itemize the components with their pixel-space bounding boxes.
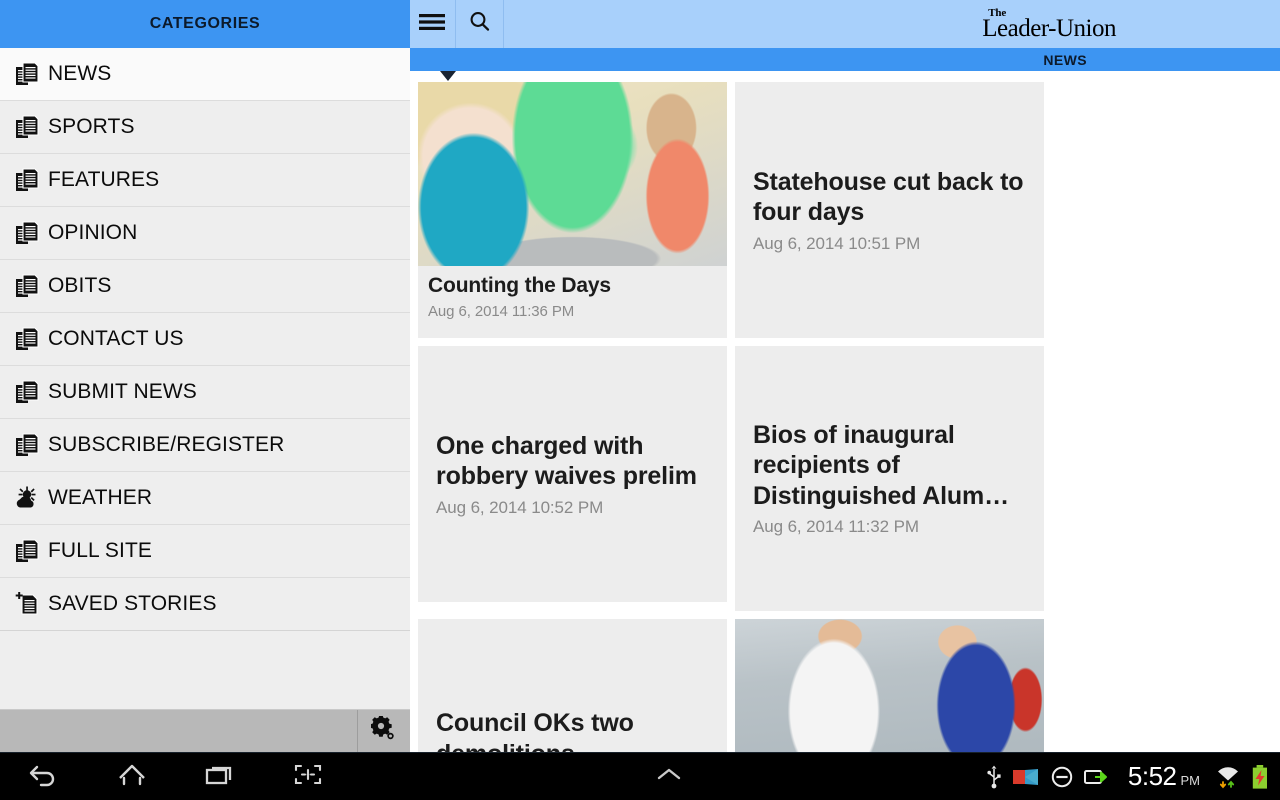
sidebar-item-features[interactable]: FEATURES bbox=[0, 154, 410, 207]
article-card[interactable]: Council OKs two demolitions Aug 6, 2014 … bbox=[418, 619, 727, 752]
sidebar-item-news[interactable]: NEWS bbox=[0, 48, 410, 101]
article-card-grid: Counting the Days Aug 6, 2014 11:36 PM S… bbox=[408, 71, 1280, 752]
sidebar-item-weather[interactable]: WEATHER bbox=[0, 472, 410, 525]
back-button[interactable] bbox=[0, 753, 88, 800]
documents-icon bbox=[14, 537, 40, 565]
saved-document-plus-icon bbox=[14, 590, 40, 618]
article-title: Council OKs two demolitions bbox=[436, 709, 634, 752]
documents-icon bbox=[14, 166, 40, 194]
android-tablet-screen: The Leader-Union NEWS Counting the Days … bbox=[0, 0, 1280, 800]
sidebar-item-label: WEATHER bbox=[48, 486, 153, 509]
system-navigation-bar: 5:52 PM bbox=[0, 752, 1280, 800]
documents-icon bbox=[14, 378, 40, 406]
article-card[interactable]: One charged with robbery waives prelim A… bbox=[418, 346, 727, 602]
masthead-logo: The Leader-Union bbox=[504, 0, 1280, 48]
photo-kids-image bbox=[418, 82, 727, 266]
screenshot-button[interactable] bbox=[264, 753, 352, 800]
status-clock: 5:52 PM bbox=[1128, 761, 1200, 792]
back-arrow-icon bbox=[27, 760, 61, 793]
article-card[interactable]: Counting the Days Aug 6, 2014 11:36 PM bbox=[418, 82, 727, 338]
sidebar-item-obits[interactable]: OBITS bbox=[0, 260, 410, 313]
documents-icon bbox=[14, 60, 40, 88]
do-not-disturb-icon bbox=[1050, 765, 1074, 789]
article-date: Aug 6, 2014 10:52 PM bbox=[436, 497, 604, 517]
navigation-drawer: CATEGORIES NEWS SPORTS FEATURES OPINION … bbox=[0, 0, 410, 752]
tab-news[interactable]: NEWS bbox=[1043, 52, 1087, 68]
recent-apps-button[interactable] bbox=[176, 753, 264, 800]
article-title: Counting the Days bbox=[428, 274, 611, 297]
status-icon-tray[interactable]: 5:52 PM bbox=[986, 761, 1280, 792]
clock-time: 5:52 bbox=[1127, 761, 1177, 791]
home-icon bbox=[115, 760, 149, 793]
sidebar-item-subscribe-register[interactable]: SUBSCRIBE/REGISTER bbox=[0, 419, 410, 472]
sidebar-item-label: OPINION bbox=[48, 221, 138, 244]
article-date: Aug 6, 2014 10:51 PM bbox=[753, 233, 921, 253]
search-button[interactable] bbox=[456, 0, 504, 48]
hamburger-menu-button[interactable] bbox=[408, 0, 456, 48]
home-button[interactable] bbox=[88, 753, 176, 800]
return-screen-icon bbox=[1083, 766, 1109, 788]
article-title: Statehouse cut back to four days bbox=[753, 167, 1024, 227]
settings-button[interactable] bbox=[358, 710, 410, 752]
article-card[interactable]: Bios of inaugural recipients of Distingu… bbox=[735, 346, 1044, 611]
sidebar-item-submit-news[interactable]: SUBMIT NEWS bbox=[0, 366, 410, 419]
screenshot-capture-icon bbox=[291, 760, 325, 793]
usb-icon bbox=[986, 765, 1002, 789]
cast-screen-icon bbox=[1011, 766, 1041, 788]
sidebar-item-label: FULL SITE bbox=[48, 539, 152, 562]
documents-icon bbox=[14, 431, 40, 459]
drawer-footer-spacer bbox=[0, 710, 358, 752]
recent-apps-icon bbox=[203, 760, 237, 793]
documents-icon bbox=[14, 113, 40, 141]
news-app-content: The Leader-Union NEWS Counting the Days … bbox=[408, 0, 1280, 752]
documents-icon bbox=[14, 272, 40, 300]
search-icon bbox=[468, 10, 492, 39]
category-list: NEWS SPORTS FEATURES OPINION OBITS CONTA… bbox=[0, 48, 410, 631]
sidebar-item-opinion[interactable]: OPINION bbox=[0, 207, 410, 260]
article-date: Aug 6, 2014 11:32 PM bbox=[753, 517, 919, 537]
sidebar-item-full-site[interactable]: FULL SITE bbox=[0, 525, 410, 578]
app-action-bar: The Leader-Union bbox=[408, 0, 1280, 48]
drawer-title: CATEGORIES bbox=[149, 15, 261, 32]
wifi-signal-icon bbox=[1215, 765, 1241, 789]
gear-icon bbox=[370, 714, 397, 747]
sidebar-item-sports[interactable]: SPORTS bbox=[0, 101, 410, 154]
documents-icon bbox=[14, 325, 40, 353]
hamburger-menu-icon bbox=[418, 12, 446, 37]
caret-down-icon bbox=[440, 71, 456, 81]
drawer-footer-bar bbox=[0, 709, 410, 752]
sidebar-item-label: SUBSCRIBE/REGISTER bbox=[48, 433, 285, 456]
sidebar-item-label: NEWS bbox=[48, 62, 112, 85]
sidebar-item-label: SUBMIT NEWS bbox=[48, 380, 197, 403]
sidebar-item-label: OBITS bbox=[48, 274, 112, 297]
article-thumbnail bbox=[418, 82, 727, 266]
sidebar-item-label: SPORTS bbox=[48, 115, 135, 138]
sidebar-item-saved-stories[interactable]: SAVED STORIES bbox=[0, 578, 410, 631]
article-title: Bios of inaugural recipients of Distingu… bbox=[753, 420, 1009, 510]
chevron-up-icon[interactable] bbox=[652, 764, 686, 789]
article-card[interactable]: Statehouse cut back to four days Aug 6, … bbox=[735, 82, 1044, 338]
section-tab-bar[interactable]: NEWS bbox=[408, 48, 1280, 81]
documents-icon bbox=[14, 219, 40, 247]
sidebar-item-contact-us[interactable]: CONTACT US bbox=[0, 313, 410, 366]
article-date: Aug 6, 2014 11:36 PM bbox=[428, 302, 575, 320]
sidebar-item-label: SAVED STORIES bbox=[48, 592, 217, 615]
sidebar-item-label: CONTACT US bbox=[48, 327, 184, 350]
drawer-empty-space bbox=[0, 631, 410, 710]
article-title: One charged with robbery waives prelim bbox=[436, 431, 697, 491]
photo-tips-image bbox=[735, 619, 1044, 752]
battery-warning-icon bbox=[1250, 764, 1270, 790]
drawer-header: CATEGORIES bbox=[0, 0, 410, 48]
weather-sun-cloud-icon bbox=[14, 484, 40, 512]
logo-name: Leader-Union bbox=[982, 14, 1116, 42]
clock-ampm: PM bbox=[1180, 773, 1201, 788]
article-thumbnail bbox=[735, 619, 1044, 752]
sidebar-item-label: FEATURES bbox=[48, 168, 160, 191]
article-card[interactable]: Working for Tips Aug 6, 2014 10:16 PM bbox=[735, 619, 1044, 752]
